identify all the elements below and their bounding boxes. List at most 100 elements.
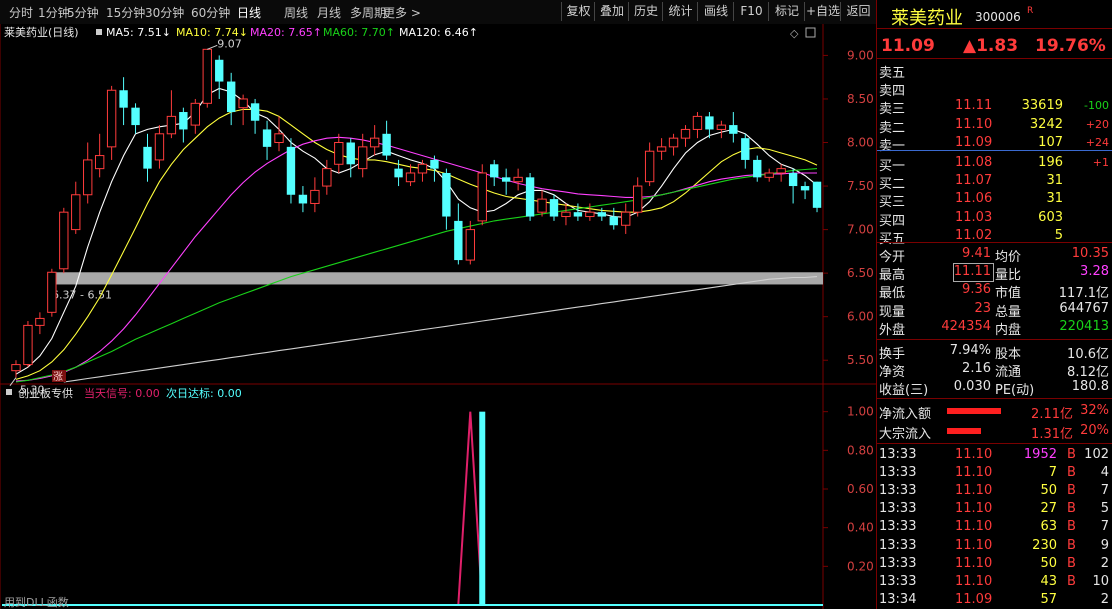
stat-label: 总量 bbox=[995, 304, 1022, 320]
stat-label: 内盘 bbox=[995, 322, 1022, 338]
trade-volume: 7 bbox=[1048, 465, 1057, 481]
candle-body-down bbox=[286, 146, 296, 195]
stat-value: 644767 bbox=[1059, 300, 1109, 316]
bid-level: 买一 11.08 196 +1 bbox=[877, 154, 1112, 174]
flow-value: 1.31亿 bbox=[1031, 427, 1073, 442]
period-tab[interactable]: 更多 > bbox=[383, 4, 421, 21]
stat-label: 最高 bbox=[879, 268, 906, 284]
toolbar-button[interactable]: 返回 bbox=[840, 2, 876, 21]
trade-price: 11.10 bbox=[955, 573, 993, 589]
toolbar-button[interactable]: 标记 bbox=[768, 2, 805, 21]
order-book-volume: 3242 bbox=[1029, 116, 1063, 132]
candle-body-up bbox=[513, 176, 523, 183]
candle-body-up bbox=[274, 133, 284, 144]
flow-label: 大宗流入 bbox=[879, 427, 932, 442]
price-change-pct: 19.76% bbox=[1035, 36, 1106, 56]
period-tab[interactable]: 分时 bbox=[9, 4, 33, 21]
toolbar-button[interactable]: 历史 bbox=[628, 2, 663, 21]
trade-volume: 27 bbox=[1040, 501, 1057, 517]
trade-volume: 50 bbox=[1040, 555, 1057, 571]
period-tab[interactable]: 60分钟 bbox=[191, 4, 230, 21]
candle-body-up bbox=[632, 185, 643, 213]
stat-value: 9.41 bbox=[962, 246, 991, 261]
order-book-volume: 603 bbox=[1038, 209, 1063, 225]
fund-label: 换手 bbox=[879, 347, 906, 362]
period-tab[interactable]: 5分钟 bbox=[67, 4, 99, 21]
quote-stat-row: 现量 23 总量 644767 bbox=[877, 300, 1112, 320]
trade-price: 11.10 bbox=[955, 483, 993, 499]
stat-value: 220413 bbox=[1059, 318, 1109, 334]
trade-price: 11.10 bbox=[955, 501, 993, 517]
order-book-change: -100 bbox=[1084, 99, 1109, 113]
panel-separator bbox=[877, 339, 1112, 340]
candle-body-up bbox=[322, 168, 332, 187]
candle-body-down bbox=[442, 172, 451, 217]
trade-time: 13:33 bbox=[879, 573, 917, 589]
period-tab[interactable]: 周线 bbox=[284, 4, 308, 21]
trade-count: 7 bbox=[1100, 519, 1109, 535]
candle-body-up bbox=[23, 324, 33, 366]
candle-body-down bbox=[573, 212, 583, 217]
indicator-tick-label: 0.60 bbox=[847, 482, 874, 496]
candle-body-down bbox=[250, 103, 260, 121]
period-tab[interactable]: 日线 bbox=[237, 4, 261, 21]
trade-count: 2 bbox=[1100, 555, 1109, 571]
panel-separator bbox=[877, 28, 1112, 29]
candle-body-up bbox=[644, 150, 655, 183]
stat-label: 最低 bbox=[879, 286, 906, 302]
toolbar-button[interactable]: 叠加 bbox=[594, 2, 629, 21]
support-zone-band bbox=[50, 272, 823, 285]
quote-stat-row: 今开 9.41 均价 10.35 bbox=[877, 245, 1112, 265]
toolbar-button[interactable]: +自选 bbox=[804, 2, 841, 21]
order-book-price: 11.10 bbox=[955, 116, 993, 132]
flow-bar bbox=[947, 428, 981, 434]
flow-value: 2.11亿 bbox=[1031, 407, 1073, 422]
period-tab[interactable]: 多周期 bbox=[350, 4, 386, 21]
candle-body-up bbox=[166, 115, 177, 135]
trade-time: 13:34 bbox=[879, 591, 917, 607]
toolbar-button[interactable]: F10 bbox=[733, 2, 769, 21]
period-tab[interactable]: 1分钟 bbox=[38, 4, 70, 21]
period-tab[interactable]: 月线 bbox=[317, 4, 341, 21]
trade-volume: 57 bbox=[1040, 591, 1057, 607]
candle-body-up bbox=[154, 133, 165, 161]
quote-stat-row: 最低 9.36 市值 117.1亿 bbox=[877, 281, 1112, 302]
trade-row: 13:33 11.10 63 B 7 bbox=[877, 518, 1112, 536]
bid-level: 买二 11.07 31 bbox=[877, 172, 1112, 192]
trade-side: B bbox=[1067, 447, 1076, 462]
order-book-volume: 31 bbox=[1046, 191, 1063, 207]
trade-price: 11.10 bbox=[955, 555, 993, 571]
ma-legend: MA120: 6.46↑ bbox=[399, 26, 478, 39]
trade-side: B bbox=[1067, 537, 1076, 553]
period-tab[interactable]: 30分钟 bbox=[145, 4, 184, 21]
high-label: 9.07 bbox=[217, 37, 242, 50]
trade-count: 102 bbox=[1084, 447, 1109, 462]
signal-next-bar bbox=[479, 411, 486, 605]
panel-separator bbox=[877, 443, 1112, 444]
trade-volume: 1952 bbox=[1023, 447, 1057, 462]
trade-time: 13:33 bbox=[879, 465, 917, 481]
toolbar-button[interactable]: 统计 bbox=[662, 2, 698, 21]
period-tab[interactable]: 15分钟 bbox=[106, 4, 145, 21]
order-book-change: +24 bbox=[1085, 135, 1109, 149]
toolbar-button[interactable]: 复权 bbox=[561, 2, 595, 21]
candle-body-up bbox=[71, 194, 81, 231]
fund-value: 10.6亿 bbox=[1067, 347, 1109, 362]
kline-chart: 6.37 - 6.51 9.075.30涨 5.506.006.507.007.… bbox=[0, 24, 876, 609]
candle-body-down bbox=[430, 159, 439, 169]
period-toolbar: 分时 1分钟 5分钟 15分钟 30分钟 60分钟 日线 周线 月线 多周期 更多 > 复权 叠加 历史统… bbox=[0, 0, 876, 25]
candle-body-up bbox=[621, 211, 631, 226]
candle-body-up bbox=[59, 211, 69, 270]
stat-label: 外盘 bbox=[879, 322, 906, 338]
price-tick-label: 6.00 bbox=[847, 310, 874, 324]
stock-code: 300006 bbox=[975, 10, 1021, 24]
trade-row: 13:33 11.10 1952 B 102 bbox=[877, 446, 1112, 464]
toolbar-button[interactable]: 画线 bbox=[697, 2, 734, 21]
candle-body-up bbox=[238, 98, 248, 109]
flow-row: 净流入额 2.11亿 32% bbox=[877, 402, 1112, 422]
candle-body-up bbox=[35, 317, 45, 326]
trade-count: 7 bbox=[1100, 483, 1109, 499]
fund-label: 股本 bbox=[995, 347, 1022, 362]
candle-body-up bbox=[369, 137, 380, 148]
ask-level: 卖四 bbox=[877, 79, 1112, 99]
